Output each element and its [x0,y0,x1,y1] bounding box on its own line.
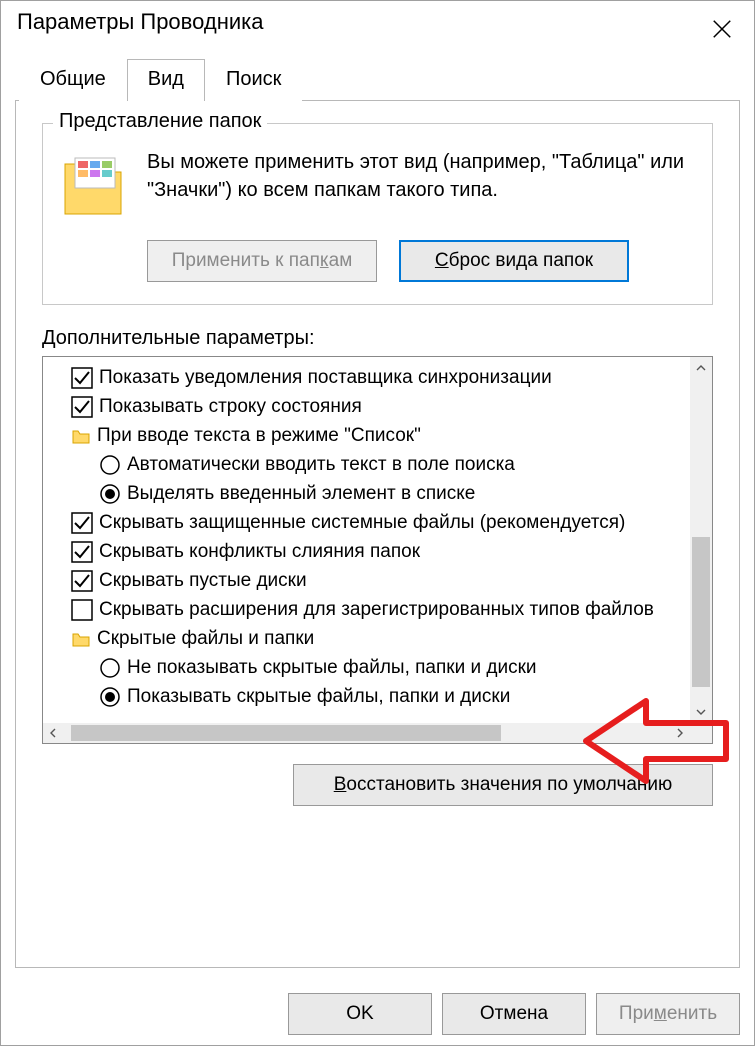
window-title: Параметры Проводника [17,9,263,35]
list-item[interactable]: Показать уведомления поставщика синхрони… [71,363,713,392]
item-label: Автоматически вводить текст в поле поиск… [127,454,515,476]
scroll-left-button[interactable] [43,723,63,743]
vertical-scrollbar[interactable] [690,357,712,723]
scroll-thumb[interactable] [71,725,501,741]
apply-button: Применить [596,993,740,1035]
item-label: Показывать строку состояния [99,396,362,418]
close-icon [711,18,733,40]
tab-panel-view: Представление папок Вы можете применить … [15,100,740,968]
restore-defaults-label: Восстановить значения по умолчанию [334,774,673,796]
folder-small-icon [71,629,91,649]
folder-views-group: Представление папок Вы можете применить … [42,123,713,305]
item-label: Скрывать пустые диски [99,570,307,592]
item-label: При вводе текста в режиме "Список" [97,425,421,447]
folder-icon [61,148,129,220]
chevron-right-icon [675,728,685,738]
radio-unchecked-icon [99,454,121,476]
tab-general[interactable]: Общие [19,59,127,101]
close-button[interactable] [702,9,742,49]
item-label: Скрытые файлы и папки [97,628,314,650]
checkbox-checked-icon [71,367,93,389]
restore-defaults-button[interactable]: Восстановить значения по умолчанию [293,764,713,806]
item-label: Не показывать скрытые файлы, папки и дис… [127,657,537,679]
checkbox-checked-icon [71,512,93,534]
checkbox-checked-icon [71,396,93,418]
scroll-thumb[interactable] [692,537,710,687]
checkbox-checked-icon [71,570,93,592]
item-label: Скрывать конфликты слияния папок [99,541,420,563]
list-item[interactable]: Показывать скрытые файлы, папки и диски [71,682,713,711]
tab-view[interactable]: Вид [127,59,205,101]
list-item[interactable]: Автоматически вводить текст в поле поиск… [71,450,713,479]
radio-checked-icon [99,483,121,505]
list-item[interactable]: Скрывать расширения для зарегистрированн… [71,595,713,624]
item-label: Показать уведомления поставщика синхрони… [99,367,552,389]
advanced-settings-list[interactable]: Показать уведомления поставщика синхрони… [42,356,713,744]
dialog-footer: OK Отмена Применить [288,993,740,1035]
item-label: Показывать скрытые файлы, папки и диски [127,686,510,708]
folder-small-icon [71,426,91,446]
advanced-settings-label: Дополнительные параметры: [42,327,713,350]
list-item[interactable]: Показывать строку состояния [71,392,713,421]
apply-button-label: Применить [619,1003,717,1025]
list-content: Показать уведомления поставщика синхрони… [43,357,713,717]
list-item-group: При вводе текста в режиме "Список" [71,421,713,450]
checkbox-checked-icon [71,541,93,563]
scroll-right-button[interactable] [670,723,690,743]
folder-views-desc: Вы можете применить этот вид (например, … [147,148,694,220]
item-label: Выделять введенный элемент в списке [127,483,475,505]
list-item[interactable]: Не показывать скрытые файлы, папки и дис… [71,653,713,682]
chevron-left-icon [48,728,58,738]
radio-checked-icon [99,686,121,708]
list-item-group: Скрытые файлы и папки [71,624,713,653]
scroll-down-button[interactable] [690,701,712,723]
reset-folders-label: Сброс вида папок [435,250,593,272]
checkbox-unchecked-icon [71,599,93,621]
tab-search[interactable]: Поиск [205,59,302,101]
folder-options-window: Параметры Проводника Общие Вид Поиск Пре… [0,0,755,1046]
scroll-up-button[interactable] [690,357,712,379]
item-label: Скрывать расширения для зарегистрированн… [99,599,654,621]
folder-views-legend: Представление папок [53,110,267,133]
list-item[interactable]: Скрывать пустые диски [71,566,713,595]
list-item[interactable]: Скрывать защищенные системные файлы (рек… [71,508,713,537]
apply-to-folders-label: Применить к папкам [172,250,353,272]
ok-button[interactable]: OK [288,993,432,1035]
chevron-up-icon [696,363,706,373]
chevron-down-icon [696,707,706,717]
radio-unchecked-icon [99,657,121,679]
apply-to-folders-button: Применить к папкам [147,240,377,282]
list-item[interactable]: Скрывать конфликты слияния папок [71,537,713,566]
item-label: Скрывать защищенные системные файлы (рек… [99,512,625,534]
titlebar: Параметры Проводника [1,1,754,51]
horizontal-scrollbar[interactable] [43,723,712,743]
reset-folders-button[interactable]: Сброс вида папок [399,240,629,282]
cancel-button[interactable]: Отмена [442,993,586,1035]
tab-bar: Общие Вид Поиск [19,59,754,101]
list-item[interactable]: Выделять введенный элемент в списке [71,479,713,508]
